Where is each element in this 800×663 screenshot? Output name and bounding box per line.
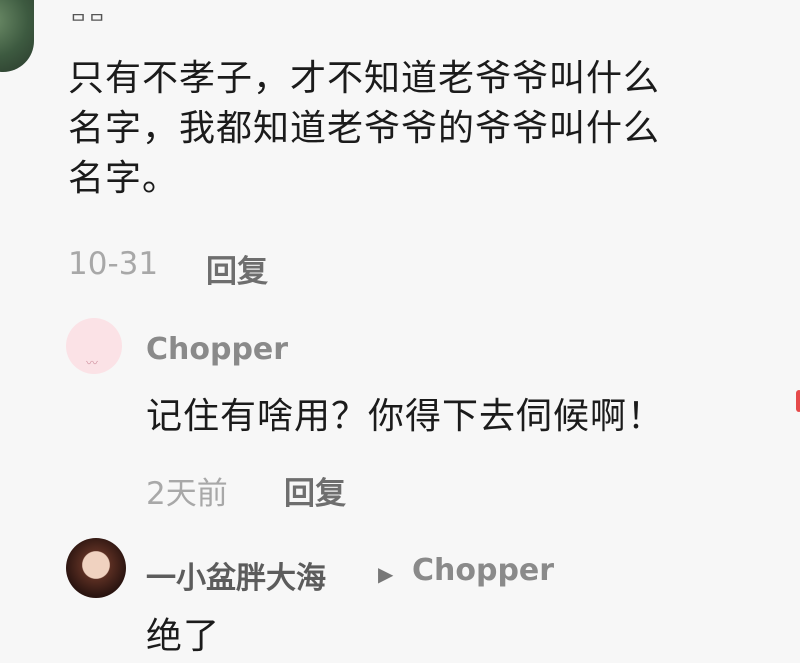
username[interactable]: Chopper	[146, 332, 288, 367]
play-triangle-icon: ▶	[378, 562, 394, 586]
reply-button[interactable]: 回复	[284, 468, 346, 513]
comment-text: 记住有啥用？你得下去伺候啊！	[146, 396, 665, 437]
squiggle-icon: 〰	[86, 356, 99, 370]
avatar[interactable]	[66, 538, 126, 598]
comment-line: 名字，我都知道老爷爷的爷爷叫什么	[68, 108, 661, 149]
comment-time: 10-31	[68, 246, 159, 282]
username[interactable]: 一小盆胖大海	[146, 553, 326, 597]
avatar[interactable]: 〰	[66, 318, 122, 374]
comment-text: 绝了	[146, 616, 221, 657]
comment-line: 名字。	[68, 158, 180, 199]
comment-line: 只有不孝子，才不知道老爷爷叫什么	[68, 58, 661, 99]
comment-time: 2天前	[146, 476, 228, 512]
username[interactable]: ᄆᄆ	[70, 8, 107, 34]
reply-to-username[interactable]: Chopper	[412, 553, 554, 588]
comment-text: 只有不孝子，才不知道老爷爷叫什么 名字，我都知道老爷爷的爷爷叫什么 名字。	[68, 54, 768, 204]
avatar[interactable]	[0, 0, 34, 72]
edge-marker	[796, 390, 800, 412]
reply-button[interactable]: 回复	[206, 246, 268, 291]
